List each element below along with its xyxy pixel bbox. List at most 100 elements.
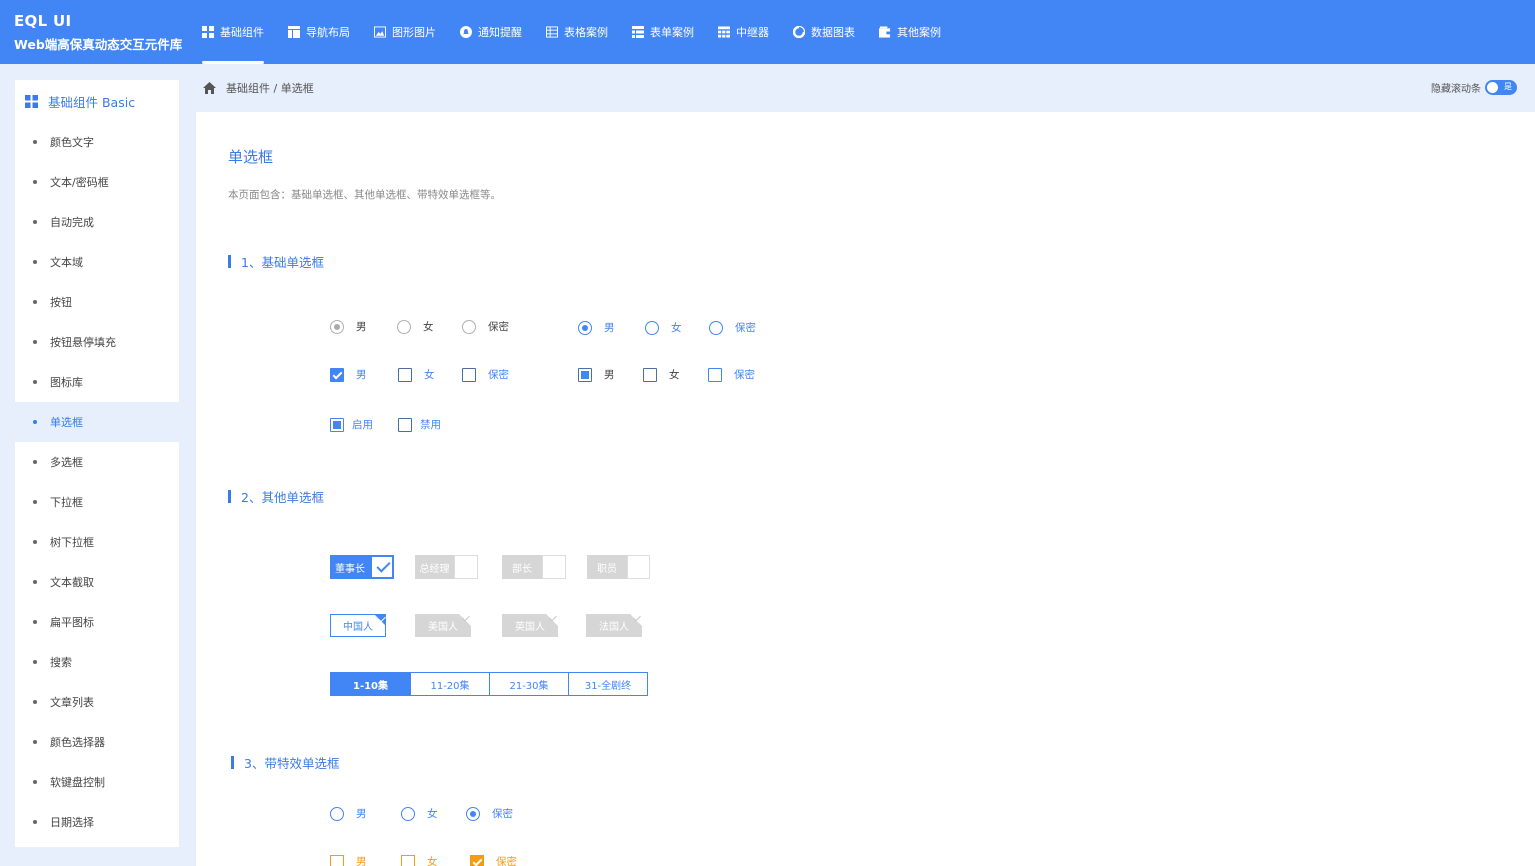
effect-check-female[interactable]: 女 [401, 854, 438, 866]
sidebar-header[interactable]: 基础组件 Basic [15, 80, 179, 122]
sidebar-item-label: 扁平图标 [50, 616, 94, 629]
repeater-icon [718, 26, 730, 38]
option-label: 女 [671, 322, 682, 334]
episode-option[interactable]: 11-20集 [410, 673, 489, 695]
sidebar-item[interactable]: 文本截取 [15, 562, 179, 602]
sidebar-item[interactable]: 扁平图标 [15, 602, 179, 642]
sidebar-item-label: 下拉框 [50, 496, 83, 509]
sidebar-item[interactable]: 日期选择 [15, 802, 179, 842]
option-label: 保密 [496, 856, 517, 866]
effect-check-male[interactable]: 男 [330, 854, 367, 866]
sidebar-item[interactable]: 多选框 [15, 442, 179, 482]
role-tag-staff[interactable]: 职员 [587, 555, 650, 579]
option-label: 保密 [488, 321, 509, 333]
checkbox-square [627, 555, 650, 579]
radio-disable[interactable]: 禁用 [398, 417, 441, 432]
sidebar-item-label: 搜索 [50, 656, 72, 669]
bullet-icon [33, 820, 37, 824]
role-tag-gm[interactable]: 总经理 [415, 555, 478, 579]
sidebar-item[interactable]: 文章列表 [15, 682, 179, 722]
effect-radio-female[interactable]: 女 [401, 806, 438, 821]
sidebar-item[interactable]: 自动完成 [15, 202, 179, 242]
radio-male-blue[interactable]: 男 [578, 320, 615, 335]
check-radio-male[interactable]: 男 [330, 367, 367, 382]
option-label: 启用 [352, 419, 373, 431]
image-icon [374, 26, 386, 38]
nav-label: 中继器 [736, 26, 769, 39]
nav-item-layout[interactable]: 导航布局 [276, 0, 362, 64]
scroll-toggle[interactable]: 是 [1485, 80, 1517, 95]
nav-label: 表格案例 [564, 26, 608, 39]
sidebar-item-label: 文本/密码框 [50, 176, 109, 189]
check-radio-female[interactable]: 女 [398, 367, 435, 382]
nav-item-repeater[interactable]: 中继器 [706, 0, 781, 64]
role-tag-minister[interactable]: 部长 [502, 555, 566, 579]
nav-item-chart[interactable]: 数据图表 [781, 0, 867, 64]
nav-item-notify[interactable]: 通知提醒 [448, 0, 534, 64]
square-fill-icon [330, 417, 344, 432]
home-icon[interactable] [203, 82, 216, 94]
sidebar-item[interactable]: 图标库 [15, 362, 179, 402]
option-label: 保密 [488, 369, 509, 381]
sidebar-item[interactable]: 按钮悬停填充 [15, 322, 179, 362]
nav-label: 图形图片 [392, 26, 436, 39]
nav-item-table[interactable]: 表格案例 [534, 0, 620, 64]
check-radio-secret[interactable]: 保密 [462, 367, 509, 382]
nav-item-basic[interactable]: 基础组件 [190, 0, 276, 64]
nav-label: 其他案例 [897, 26, 941, 39]
nation-tag-usa[interactable]: 美国人 [415, 614, 471, 637]
nation-tag-china[interactable]: 中国人 [330, 614, 386, 637]
option-label: 男 [356, 369, 367, 381]
sidebar-item-label: 文本截取 [50, 576, 94, 589]
episode-option[interactable]: 21-30集 [489, 673, 568, 695]
bullet-icon [33, 660, 37, 664]
episode-option[interactable]: 31-全剧终 [568, 673, 647, 695]
bullet-icon [33, 140, 37, 144]
nav-label: 基础组件 [220, 26, 264, 39]
radio-female-gray[interactable]: 女 [397, 319, 434, 334]
bullet-icon [33, 420, 37, 424]
checkbox-square [708, 367, 722, 382]
role-tag-chairman[interactable]: 董事长 [330, 555, 394, 579]
nation-label: 法国人 [599, 622, 629, 633]
square-radio-female[interactable]: 女 [643, 367, 680, 382]
sidebar-item[interactable]: 颜色文字 [15, 122, 179, 162]
radio-enable[interactable]: 启用 [330, 417, 373, 432]
sidebar-item-active[interactable]: 单选框 [15, 402, 179, 442]
nation-label: 美国人 [428, 622, 458, 633]
section-title-other: 2、其他单选框 [228, 487, 324, 506]
nav-item-image[interactable]: 图形图片 [362, 0, 448, 64]
nation-tag-uk[interactable]: 英国人 [502, 614, 558, 637]
sidebar-item[interactable]: 文本域 [15, 242, 179, 282]
sidebar-item[interactable]: 文本/密码框 [15, 162, 179, 202]
sidebar-item-label: 多选框 [50, 456, 83, 469]
sidebar-item[interactable]: 搜索 [15, 642, 179, 682]
sidebar-item[interactable]: 软键盘控制 [15, 762, 179, 802]
brand[interactable]: EQL UI Web端高保真动态交互元件库 [14, 12, 182, 53]
effect-radio-secret[interactable]: 保密 [466, 806, 513, 821]
sidebar-item[interactable]: 树下拉框 [15, 522, 179, 562]
sidebar-item-label: 日期选择 [50, 816, 94, 829]
sidebar-item-label: 软键盘控制 [50, 776, 105, 789]
radio-female-blue[interactable]: 女 [645, 320, 682, 335]
square-radio-male[interactable]: 男 [578, 367, 615, 382]
section-bar [228, 255, 231, 268]
sidebar-item[interactable]: 颜色选择器 [15, 722, 179, 762]
nav-item-other[interactable]: 其他案例 [867, 0, 953, 64]
radio-secret-blue[interactable]: 保密 [709, 320, 756, 335]
radio-secret-gray[interactable]: 保密 [462, 319, 509, 334]
radio-circle [401, 806, 415, 821]
radio-circle [397, 319, 411, 334]
episode-option[interactable]: 1-10集 [331, 673, 410, 695]
nation-tag-france[interactable]: 法国人 [586, 614, 642, 637]
option-label: 男 [356, 808, 367, 820]
square-radio-secret[interactable]: 保密 [708, 367, 755, 382]
radio-male-gray[interactable]: 男 [330, 319, 367, 334]
effect-radio-male[interactable]: 男 [330, 806, 367, 821]
sidebar-item[interactable]: 按钮 [15, 282, 179, 322]
sidebar-item[interactable]: 下拉框 [15, 482, 179, 522]
option-label: 男 [604, 369, 615, 381]
nav-item-form[interactable]: 表单案例 [620, 0, 706, 64]
bell-icon [460, 26, 472, 38]
effect-check-secret[interactable]: 保密 [470, 854, 517, 866]
